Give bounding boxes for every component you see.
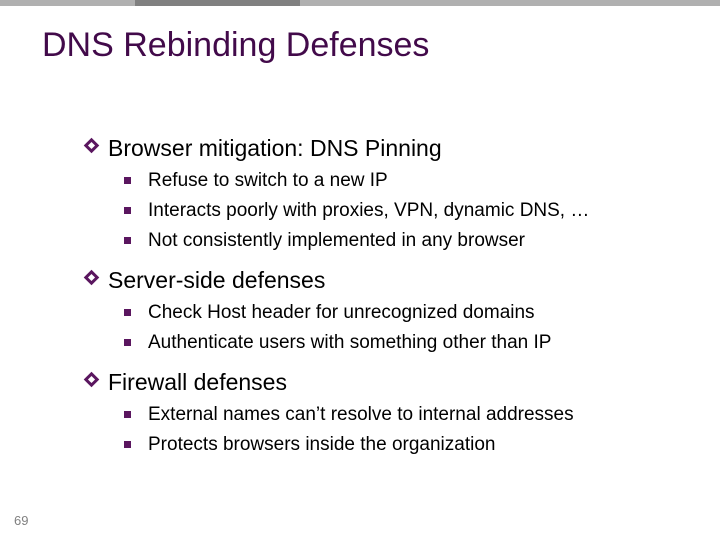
slide: DNS Rebinding Defenses Browser mitigatio… [0, 0, 720, 540]
section-heading-row: Browser mitigation: DNS Pinning [86, 134, 686, 162]
square-bullet-icon [124, 432, 148, 460]
list-item-text: Interacts poorly with proxies, VPN, dyna… [148, 198, 589, 224]
section: Browser mitigation: DNS Pinning Refuse t… [86, 134, 686, 256]
list-item-text: Check Host header for unrecognized domai… [148, 300, 535, 326]
square-bullet-icon [124, 168, 148, 196]
list-item-text: Authenticate users with something other … [148, 330, 551, 356]
section: Server-side defenses Check Host header f… [86, 266, 686, 358]
square-bullet-icon [124, 330, 148, 358]
list-item-text: Refuse to switch to a new IP [148, 168, 388, 194]
square-bullet-icon [124, 228, 148, 256]
section-heading: Browser mitigation: DNS Pinning [108, 134, 442, 162]
top-accent-bar [0, 0, 720, 6]
square-bullet-icon [124, 300, 148, 328]
list-item: Authenticate users with something other … [124, 330, 686, 358]
square-bullet-icon [124, 402, 148, 430]
section: Firewall defenses External names can’t r… [86, 368, 686, 460]
section-heading-row: Firewall defenses [86, 368, 686, 396]
section-heading: Server-side defenses [108, 266, 325, 294]
list-item: Refuse to switch to a new IP [124, 168, 686, 196]
list-item: Interacts poorly with proxies, VPN, dyna… [124, 198, 686, 226]
square-bullet-icon [124, 198, 148, 226]
page-number: 69 [14, 513, 28, 528]
list-item-text: Protects browsers inside the organizatio… [148, 432, 495, 458]
section-heading-row: Server-side defenses [86, 266, 686, 294]
diamond-bullet-icon [86, 266, 108, 294]
diamond-bullet-icon [86, 134, 108, 162]
list-item: Check Host header for unrecognized domai… [124, 300, 686, 328]
list-item: External names can’t resolve to internal… [124, 402, 686, 430]
list-item-text: Not consistently implemented in any brow… [148, 228, 525, 254]
list-item-text: External names can’t resolve to internal… [148, 402, 574, 428]
slide-title: DNS Rebinding Defenses [42, 26, 429, 65]
slide-content: Browser mitigation: DNS Pinning Refuse t… [86, 128, 686, 470]
list-item: Protects browsers inside the organizatio… [124, 432, 686, 460]
diamond-bullet-icon [86, 368, 108, 396]
list-item: Not consistently implemented in any brow… [124, 228, 686, 256]
top-accent-dark [135, 0, 300, 6]
section-heading: Firewall defenses [108, 368, 287, 396]
